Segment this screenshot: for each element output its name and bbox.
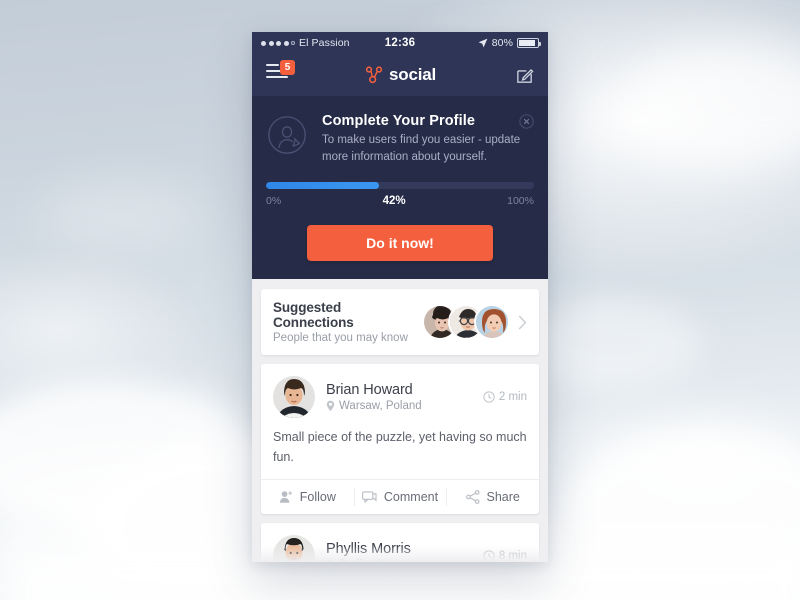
chevron-right-icon[interactable] <box>518 315 527 330</box>
post-author-info: Brian Howard Warsaw, Poland <box>326 382 483 412</box>
progress-max-label: 100% <box>507 195 534 208</box>
post-author-name: Brian Howard <box>326 382 413 399</box>
avatar[interactable] <box>273 376 315 419</box>
brand-name: social <box>389 65 436 84</box>
post-card: Brian Howard Warsaw, Poland 2 min Small … <box>261 364 539 515</box>
battery-percent: 80% <box>491 37 514 49</box>
map-pin-icon <box>326 559 335 562</box>
profile-progress: 0% 42% 100% <box>266 182 534 207</box>
profile-panel-header: Complete Your Profile To make users find… <box>266 112 534 165</box>
comment-button[interactable]: Comment <box>353 480 447 514</box>
hamburger-menu-icon[interactable]: 5 <box>266 60 302 86</box>
profile-edit-avatar-icon <box>266 114 310 158</box>
suggested-subtitle: People that you may know <box>273 332 408 345</box>
carrier-name: El Passion <box>299 37 350 49</box>
post-timestamp: 2 min <box>483 391 527 403</box>
comment-bubble-icon <box>361 490 377 504</box>
post-location-text: Berlin, Germany <box>339 559 422 562</box>
post-card: Phyllis Morris Berlin, Germany <box>261 523 539 562</box>
post-author-name: Phyllis Morris <box>326 541 411 558</box>
status-bar-right: 80% <box>415 37 542 49</box>
post-location: Warsaw, Poland <box>326 400 483 412</box>
signal-strength-icon <box>261 40 295 46</box>
progress-scale: 0% 42% 100% <box>266 195 534 207</box>
cloud-shape <box>620 40 800 170</box>
user-add-icon <box>279 490 293 504</box>
navigation-arrow-icon <box>478 38 488 48</box>
post-location: Berlin, Germany <box>326 559 483 562</box>
comment-label: Comment <box>383 490 439 505</box>
suggested-avatar-group[interactable] <box>422 304 510 341</box>
post-header: Brian Howard Warsaw, Poland 2 min <box>261 364 539 428</box>
progress-min-label: 0% <box>266 195 282 208</box>
profile-panel-texts: Complete Your Profile To make users find… <box>322 112 534 165</box>
post-header: Phyllis Morris Berlin, Germany <box>261 523 539 562</box>
connection-avatar-3[interactable] <box>474 304 510 341</box>
suggested-texts: Suggested Connections People that you ma… <box>273 300 422 344</box>
battery-icon <box>517 38 542 48</box>
do-it-now-button[interactable]: Do it now! <box>307 225 493 262</box>
post-author-info: Phyllis Morris Berlin, Germany <box>326 541 483 562</box>
menu-notification-badge: 5 <box>280 60 295 75</box>
post-timestamp: 8 min <box>483 550 527 562</box>
clock-icon <box>483 391 495 404</box>
map-pin-icon <box>326 400 335 412</box>
suggested-title: Suggested Connections <box>273 300 354 331</box>
suggested-connections-card[interactable]: Suggested Connections People that you ma… <box>261 289 539 356</box>
app-navigation-bar: 5 social <box>252 54 548 96</box>
cloud-shape <box>40 180 200 250</box>
post-text: Small piece of the puzzle, yet having so… <box>273 430 527 464</box>
share-nodes-icon <box>465 490 480 505</box>
avatar[interactable] <box>273 535 315 562</box>
post-action-bar: Follow Comment Share <box>261 479 539 514</box>
clock-icon <box>483 550 495 562</box>
profile-panel-title: Complete Your Profile <box>322 113 476 129</box>
close-circle-icon[interactable] <box>519 114 534 129</box>
profile-panel-description: To make users find you easier - update m… <box>322 134 521 163</box>
feed: Suggested Connections People that you ma… <box>252 279 548 562</box>
compose-edit-icon[interactable] <box>515 66 534 85</box>
status-bar-left: El Passion <box>261 37 385 49</box>
follow-label: Follow <box>299 490 336 505</box>
post-time-text: 2 min <box>498 391 527 404</box>
progress-fill <box>266 182 379 190</box>
share-button[interactable]: Share <box>446 480 539 514</box>
follow-button[interactable]: Follow <box>261 480 354 514</box>
progress-value-label: 42% <box>382 195 406 208</box>
status-bar: El Passion 12:36 80% <box>252 32 548 54</box>
complete-profile-panel: Complete Your Profile To make users find… <box>252 96 548 280</box>
post-time-text: 8 min <box>498 550 527 562</box>
status-bar-clock: 12:36 <box>384 37 416 49</box>
social-network-nodes-icon <box>364 65 384 85</box>
share-label: Share <box>486 490 520 505</box>
progress-track <box>266 182 534 190</box>
post-location-text: Warsaw, Poland <box>339 400 422 413</box>
phone-mockup: El Passion 12:36 80% 5 social Complete Y… <box>252 32 548 562</box>
